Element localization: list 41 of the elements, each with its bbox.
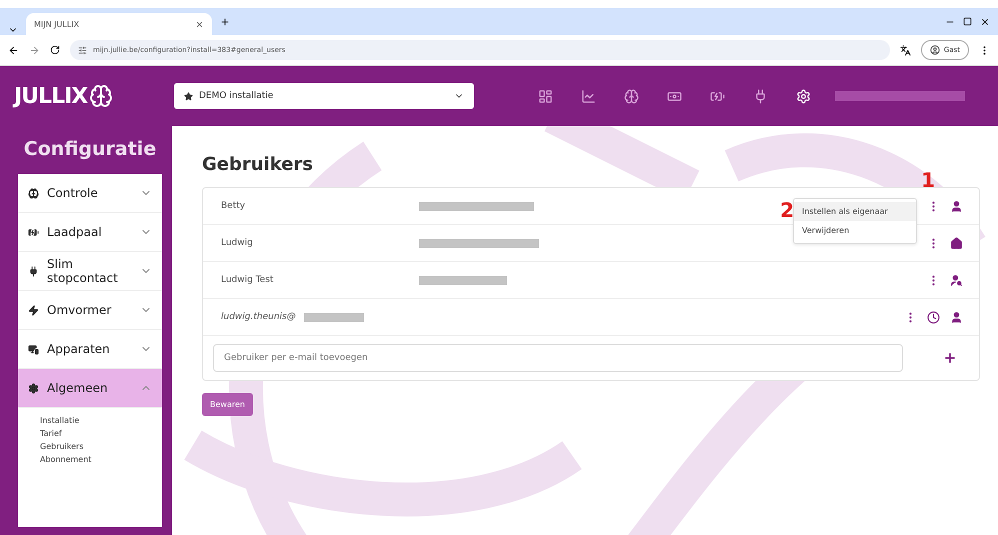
- brain-logo-icon: [89, 84, 114, 108]
- email-input[interactable]: Gebruiker per e-mail toevoegen: [213, 344, 903, 372]
- plug-icon: [28, 266, 39, 276]
- browser-tab[interactable]: MIJN JULLIX: [26, 13, 212, 35]
- sidebar-title: Configuratie: [22, 137, 158, 162]
- annotation-number: 1: [921, 168, 935, 192]
- sidebar-item[interactable]: Algemeen: [18, 369, 162, 408]
- user-name: Ludwig Test: [221, 275, 274, 285]
- user-name: Betty: [221, 201, 246, 211]
- page-title: Gebruikers: [202, 154, 314, 175]
- profile-icon: [930, 45, 940, 55]
- installation-select[interactable]: DEMO installatie: [174, 83, 474, 109]
- reload-icon[interactable]: [50, 45, 60, 55]
- forward-icon[interactable]: [29, 44, 40, 56]
- translate-icon[interactable]: [900, 44, 911, 56]
- redacted-bar: [304, 312, 364, 322]
- sidebar-link[interactable]: Abonnement: [40, 455, 140, 464]
- devices-icon: [28, 344, 39, 354]
- sidebar-link[interactable]: Installatie: [40, 416, 140, 425]
- sidebar-link[interactable]: Gebruikers: [40, 442, 140, 451]
- add-icon[interactable]: [943, 351, 957, 365]
- back-icon[interactable]: [8, 44, 19, 56]
- save-button[interactable]: Bewaren: [202, 393, 253, 416]
- maximize-icon[interactable]: [963, 17, 972, 26]
- sidebar-link[interactable]: Tarief: [40, 429, 140, 438]
- brain-icon: [28, 188, 39, 198]
- battery-icon: [28, 226, 39, 238]
- annotation-number: 2: [780, 198, 794, 222]
- user-email: ludwig.theunis@: [221, 312, 296, 322]
- star-icon: [184, 92, 193, 100]
- menu-item[interactable]: Verwijderen: [794, 221, 916, 240]
- close-icon[interactable]: [195, 20, 204, 28]
- tab-title: MIJN JULLIX: [34, 20, 80, 28]
- user-name: Ludwig: [221, 238, 254, 248]
- lightning-icon: [28, 304, 39, 316]
- logo-text: JULLIX: [14, 84, 88, 108]
- menu-item[interactable]: Instellen als eigenaar: [794, 202, 916, 221]
- site-settings-icon[interactable]: [78, 46, 87, 54]
- new-tab-icon[interactable]: [220, 16, 230, 26]
- gear-icon: [28, 382, 39, 394]
- close-icon[interactable]: [980, 16, 990, 26]
